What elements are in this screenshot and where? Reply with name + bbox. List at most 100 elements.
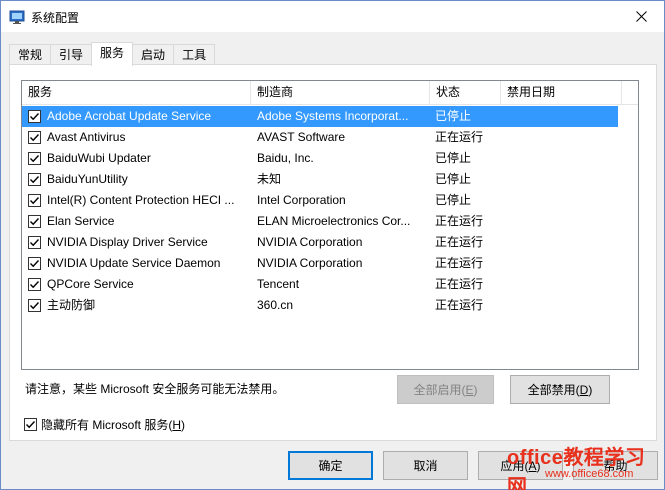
services-list[interactable]: 服务 制造商 状态 禁用日期 Adobe Acrobat Update Serv… (21, 80, 639, 370)
service-checkbox[interactable] (28, 236, 41, 249)
service-checkbox[interactable] (28, 299, 41, 312)
tab-boot[interactable]: 引导 (50, 44, 93, 65)
service-manufacturer: Adobe Systems Incorporat... (257, 109, 409, 123)
tab-tools[interactable]: 工具 (173, 44, 216, 65)
list-header: 服务 制造商 状态 禁用日期 (22, 81, 638, 105)
disable-all-suffix: ) (588, 382, 593, 397)
service-name: Elan Service (47, 214, 115, 228)
service-disabled-date (506, 106, 616, 127)
service-disabled-date (506, 274, 616, 295)
service-disabled-date (506, 127, 616, 148)
checkmark-icon (30, 218, 40, 226)
service-disabled-date (506, 211, 616, 232)
service-manufacturer: NVIDIA Corporation (257, 256, 363, 270)
service-checkbox[interactable] (28, 131, 41, 144)
window-title: 系统配置 (31, 11, 80, 25)
service-disabled-date (506, 148, 616, 169)
checkmark-icon (30, 113, 40, 121)
table-row[interactable]: Elan Service ELAN Microelectronics Cor..… (22, 211, 618, 232)
service-name: Adobe Acrobat Update Service (47, 109, 212, 123)
hide-ms-accesskey: H (172, 417, 182, 432)
service-name: Intel(R) Content Protection HECI ... (47, 193, 235, 207)
checkmark-icon (26, 421, 36, 429)
tab-general[interactable]: 常规 (9, 44, 52, 65)
checkmark-icon (30, 239, 40, 247)
disable-all-button[interactable]: 全部禁用(D) (510, 375, 610, 404)
checkmark-icon (30, 302, 40, 310)
table-row[interactable]: Intel(R) Content Protection HECI ... Int… (22, 190, 618, 211)
service-disabled-date (506, 253, 616, 274)
service-name: QPCore Service (47, 277, 134, 291)
checkmark-icon (30, 155, 40, 163)
service-status: 正在运行 (435, 277, 484, 291)
service-checkbox[interactable] (28, 278, 41, 291)
checkmark-icon (30, 281, 40, 289)
service-disabled-date (506, 190, 616, 211)
service-disabled-date (506, 169, 616, 190)
service-checkbox[interactable] (28, 194, 41, 207)
column-header-service[interactable]: 服务 (22, 81, 250, 105)
checkmark-icon (30, 176, 40, 184)
close-icon (635, 11, 647, 22)
service-disabled-date (506, 295, 616, 316)
hide-ms-services-checkbox[interactable] (24, 418, 37, 431)
tab-strip: 常规 引导 服务 启动 工具 (9, 42, 216, 66)
disable-all-accesskey: D (579, 382, 589, 397)
service-disabled-date (506, 232, 616, 253)
service-status: 已停止 (435, 151, 472, 165)
service-manufacturer: Tencent (257, 277, 300, 291)
enable-all-button[interactable]: 全部启用(E) (397, 375, 494, 404)
service-status: 已停止 (435, 193, 472, 207)
service-name: Avast Antivirus (47, 130, 126, 144)
service-checkbox[interactable] (28, 152, 41, 165)
service-manufacturer: ELAN Microelectronics Cor... (257, 214, 411, 228)
column-header-manufacturer[interactable]: 制造商 (251, 81, 429, 105)
disable-all-label: 全部禁用( (527, 383, 580, 397)
service-manufacturer: 未知 (257, 172, 282, 186)
table-row[interactable]: Avast Antivirus AVAST Software 正在运行 (22, 127, 618, 148)
service-checkbox[interactable] (28, 257, 41, 270)
cancel-button[interactable]: 取消 (383, 451, 468, 480)
table-row[interactable]: NVIDIA Update Service Daemon NVIDIA Corp… (22, 253, 618, 274)
service-manufacturer: AVAST Software (257, 130, 346, 144)
title-bar[interactable]: 系统配置 (1, 1, 664, 32)
table-row[interactable]: 主动防御 360.cn 正在运行 (22, 295, 618, 316)
service-checkbox[interactable] (28, 215, 41, 228)
service-checkbox[interactable] (28, 173, 41, 186)
watermark-title: office教程学习网 (507, 447, 646, 490)
services-panel: 服务 制造商 状态 禁用日期 Adobe Acrobat Update Serv… (9, 64, 657, 441)
service-name: 主动防御 (47, 298, 96, 312)
column-header-status[interactable]: 状态 (430, 81, 500, 105)
service-manufacturer: 360.cn (257, 298, 294, 312)
table-row[interactable]: Adobe Acrobat Update Service Adobe Syste… (22, 106, 618, 127)
column-divider[interactable] (621, 81, 622, 105)
table-row[interactable]: BaiduWubi Updater Baidu, Inc. 已停止 (22, 148, 618, 169)
checkmark-icon (30, 260, 40, 268)
checkmark-icon (30, 134, 40, 142)
tab-startup[interactable]: 启动 (132, 44, 175, 65)
enable-all-label: 全部启用( (413, 383, 466, 397)
watermark-url: www.office68.com (545, 468, 634, 480)
service-status: 正在运行 (435, 298, 484, 312)
service-status: 已停止 (435, 172, 472, 186)
service-manufacturer: Baidu, Inc. (257, 151, 314, 165)
table-row[interactable]: QPCore Service Tencent 正在运行 (22, 274, 618, 295)
close-button[interactable] (618, 1, 664, 32)
table-row[interactable]: NVIDIA Display Driver Service NVIDIA Cor… (22, 232, 618, 253)
column-header-disabled-date[interactable]: 禁用日期 (501, 81, 621, 105)
enable-all-accesskey: E (465, 382, 474, 397)
system-config-app-icon (9, 10, 25, 24)
service-name: NVIDIA Display Driver Service (47, 235, 208, 249)
service-name: BaiduWubi Updater (47, 151, 151, 165)
service-status: 正在运行 (435, 214, 484, 228)
service-status: 正在运行 (435, 256, 484, 270)
service-status: 正在运行 (435, 235, 484, 249)
hide-ms-services-option[interactable]: 隐藏所有 Microsoft 服务(H) (24, 416, 185, 433)
enable-all-suffix: ) (473, 382, 478, 397)
table-row[interactable]: BaiduYunUtility 未知 已停止 (22, 169, 618, 190)
ok-button[interactable]: 确定 (288, 451, 373, 480)
service-checkbox[interactable] (28, 110, 41, 123)
service-manufacturer: Intel Corporation (257, 193, 346, 207)
service-manufacturer: NVIDIA Corporation (257, 235, 363, 249)
tab-services[interactable]: 服务 (91, 42, 134, 66)
